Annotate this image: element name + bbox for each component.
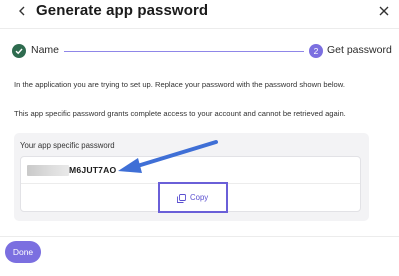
copy-button[interactable]: Copy [158, 182, 228, 213]
footer-divider [0, 236, 399, 237]
done-button[interactable]: Done [5, 241, 41, 263]
close-button[interactable] [377, 4, 391, 18]
password-redaction [27, 165, 69, 176]
page-title: Generate app password [36, 2, 209, 19]
copy-label: Copy [190, 193, 209, 202]
instruction-text: In the application you are trying to set… [14, 80, 345, 89]
chevron-left-icon [19, 6, 25, 16]
close-icon [379, 6, 389, 16]
copy-icon [177, 194, 186, 203]
step-name-label: Name [31, 44, 60, 56]
password-label: Your app specific password [20, 141, 115, 150]
warning-text: This app specific password grants comple… [14, 109, 346, 118]
check-circle-icon [12, 44, 26, 58]
step-get-password-label: Get password [327, 44, 392, 56]
arrow-icon [118, 140, 218, 173]
stepper: Name 2 Get password [0, 40, 399, 62]
dialog-header: Generate app password [0, 0, 399, 28]
stepper-connector [64, 51, 304, 52]
header-divider [0, 28, 399, 29]
back-button[interactable] [15, 5, 29, 19]
step-2-indicator: 2 [309, 44, 323, 58]
